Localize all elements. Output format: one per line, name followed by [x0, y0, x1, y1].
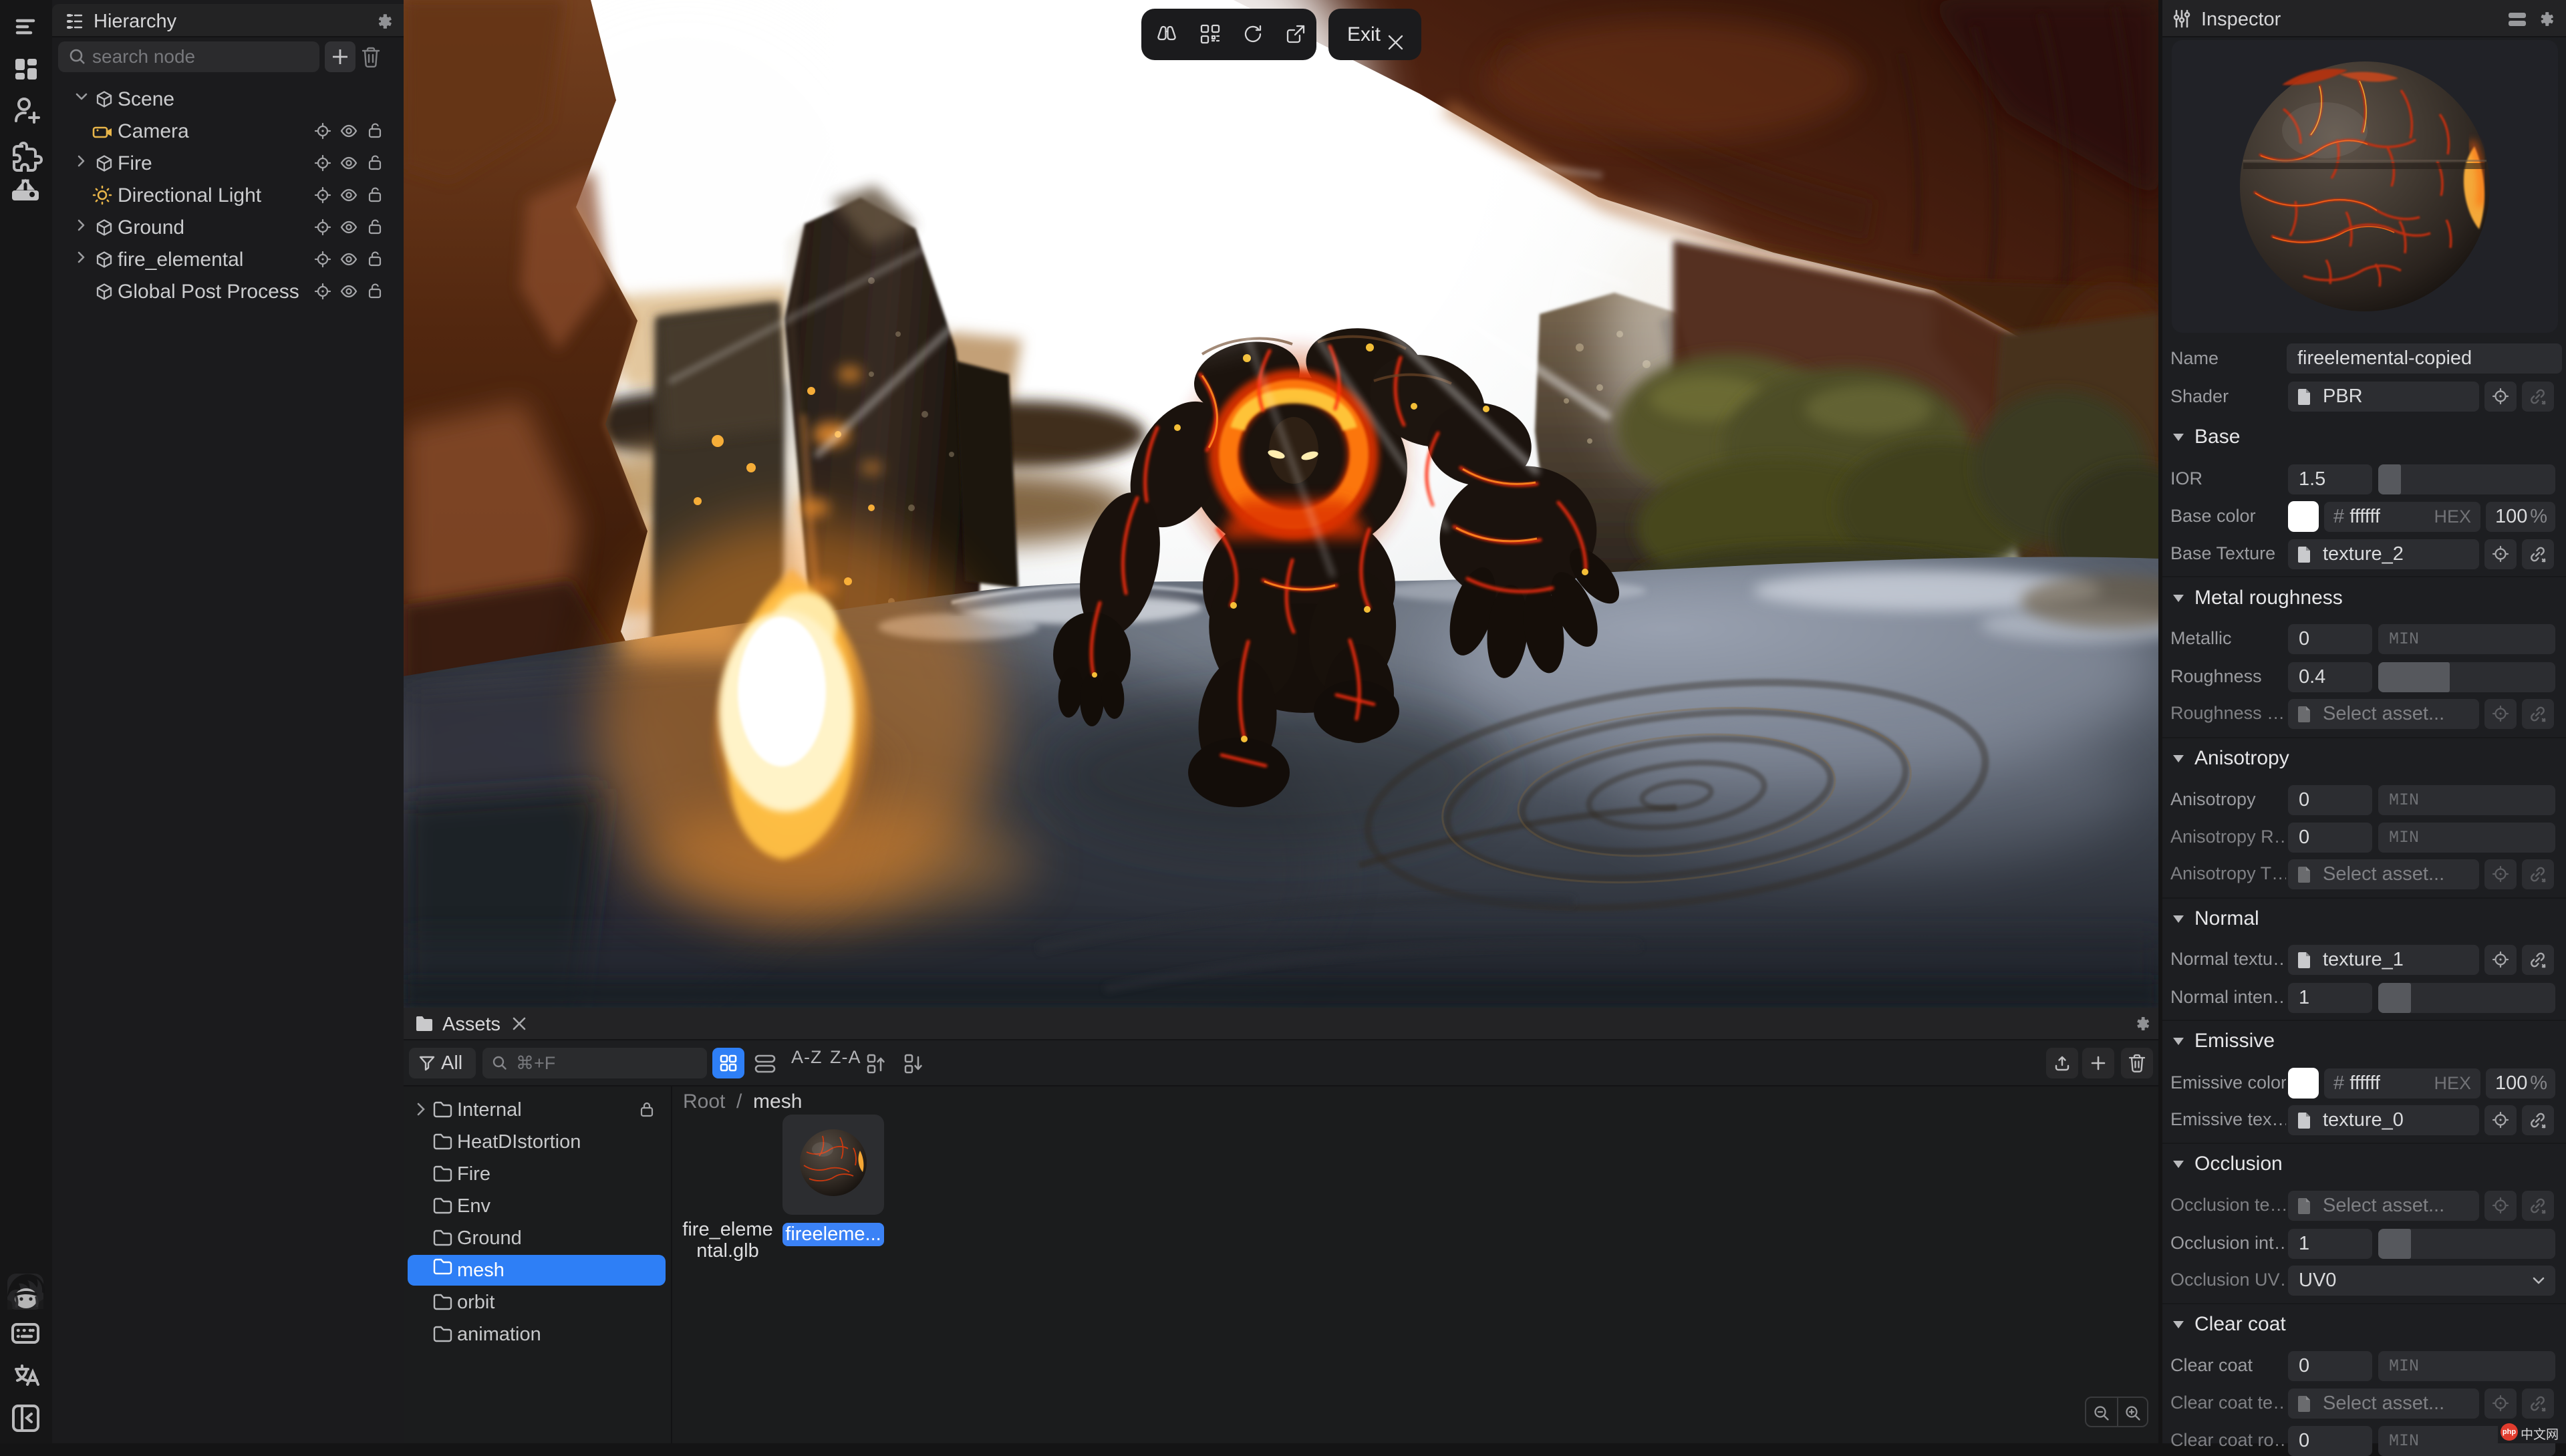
svg-text:Directional Light: Directional Light [118, 184, 262, 206]
svg-text:orbit: orbit [457, 1292, 494, 1313]
svg-text:Camera: Camera [118, 120, 189, 142]
svg-text:animation: animation [457, 1324, 541, 1345]
svg-text:HeatDIstortion: HeatDIstortion [457, 1131, 581, 1153]
svg-text:Internal: Internal [457, 1099, 522, 1121]
svg-text:mesh: mesh [457, 1260, 505, 1281]
svg-text:Env: Env [457, 1195, 490, 1217]
svg-text:Fire: Fire [457, 1163, 490, 1185]
svg-text:Global Post Process: Global Post Process [118, 281, 299, 303]
svg-text:Ground: Ground [457, 1227, 522, 1249]
svg-text:Ground: Ground [118, 216, 184, 239]
svg-text:search node: search node [92, 46, 195, 67]
svg-text:Fire: Fire [118, 152, 152, 174]
svg-text:fire_elemental: fire_elemental [118, 249, 243, 271]
svg-text:Scene: Scene [118, 88, 174, 110]
